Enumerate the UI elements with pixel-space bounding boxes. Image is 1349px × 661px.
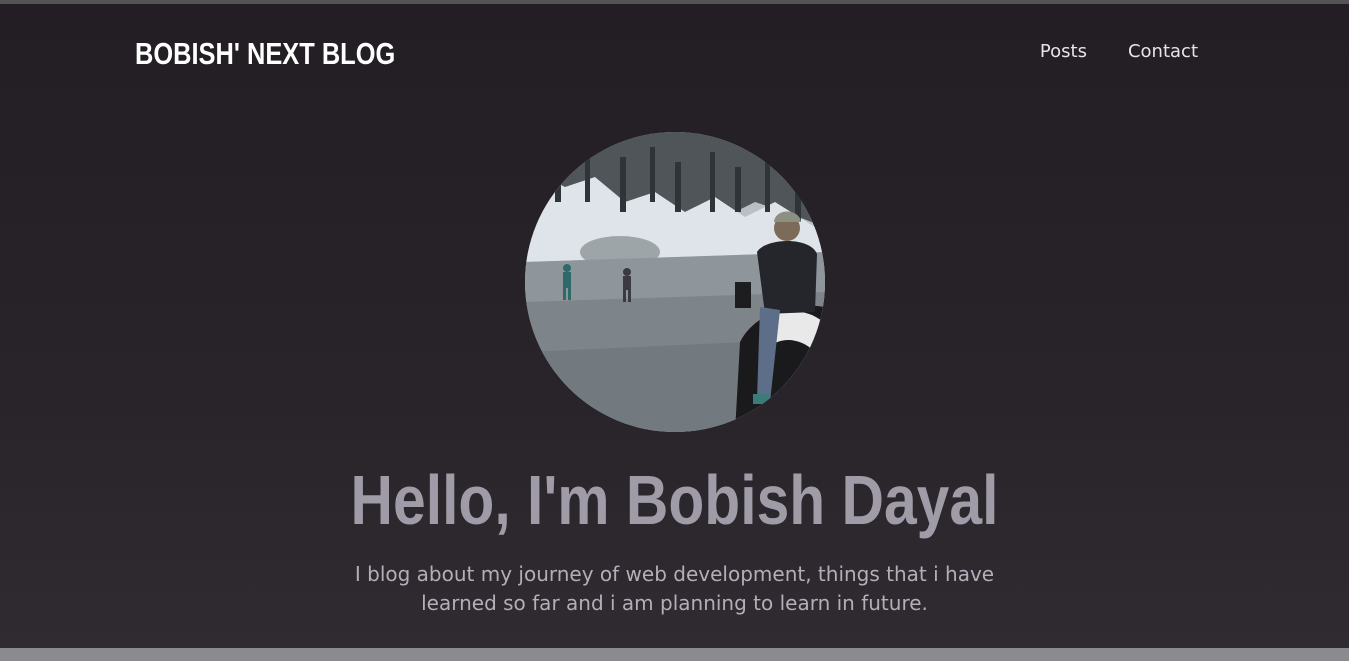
hero-title: Hello, I'm Bobish Dayal [350,461,999,539]
profile-photo [524,132,825,432]
site-header: BOBISH' NEXT BLOG Posts Contact [0,4,1349,104]
hero-section: Hello, I'm Bobish Dayal I blog about my … [0,132,1349,618]
bottom-scroll-edge [0,648,1349,661]
page: BOBISH' NEXT BLOG Posts Contact Hello, I… [0,4,1349,648]
profile-avatar [524,132,825,432]
hero-subtitle: I blog about my journey of web developme… [354,562,995,615]
nav-link-contact[interactable]: Contact [1128,40,1198,64]
site-logo[interactable]: BOBISH' NEXT BLOG [135,34,395,74]
nav-link-posts[interactable]: Posts [1040,40,1087,64]
main-nav: Posts Contact [1040,40,1198,64]
